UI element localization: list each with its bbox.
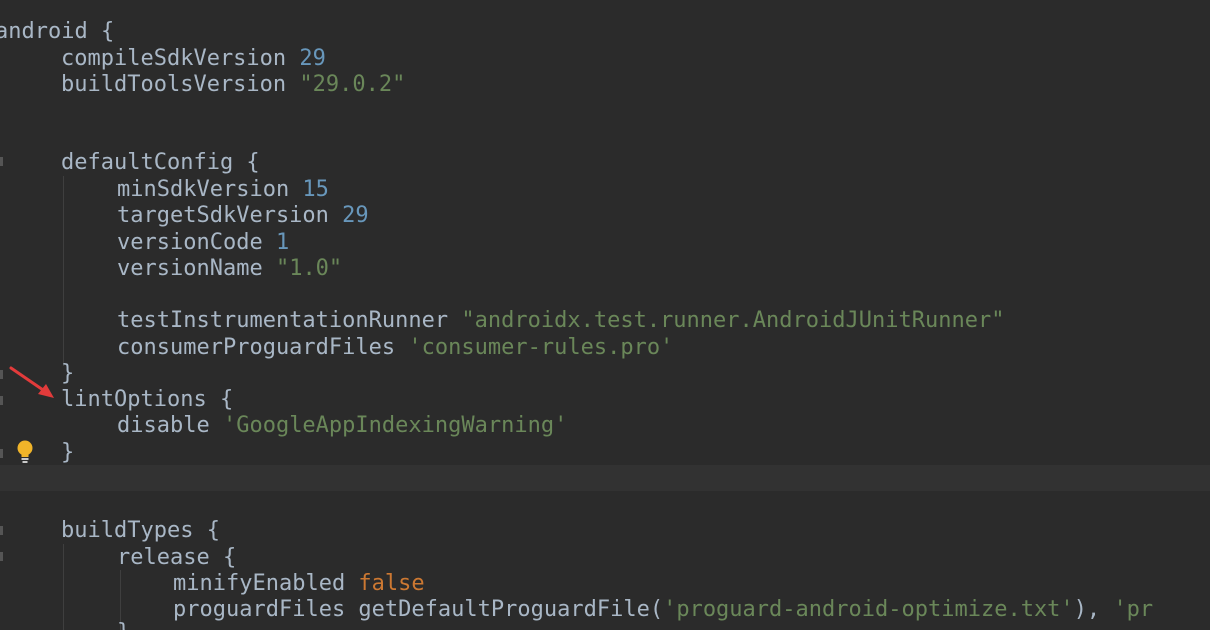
code-text: android { [0, 19, 115, 44]
method-call-token: proguardFiles getDefaultProguardFile( [173, 597, 664, 622]
property-token: disable [117, 413, 210, 438]
code-line[interactable]: disable 'GoogleAppIndexingWarning' [0, 413, 567, 439]
code-line[interactable]: targetSdkVersion 29 [0, 203, 369, 229]
code-text: defaultConfig { [61, 150, 260, 175]
property-token: minSdkVersion [117, 177, 290, 202]
code-line[interactable]: versionName "1.0" [0, 256, 342, 282]
property-token: targetSdkVersion [117, 203, 329, 228]
code-line[interactable]: buildToolsVersion "29.0.2" [0, 72, 405, 98]
code-line[interactable]: defaultConfig { [0, 150, 260, 176]
code-text: lintOptions { [61, 387, 234, 412]
number-literal: 29 [328, 203, 369, 228]
string-literal: "1.0" [262, 256, 343, 281]
code-text: buildTypes { [61, 518, 220, 543]
string-literal: 'GoogleAppIndexingWarning' [209, 413, 568, 438]
string-literal: "androidx.test.runner.AndroidJUnitRunner… [448, 308, 1005, 333]
punctuation-token: ), [1073, 597, 1114, 622]
property-token: consumerProguardFiles [117, 335, 396, 360]
property-token: versionName [117, 256, 263, 281]
annotation-arrow-icon [9, 366, 54, 398]
intention-lightbulb-icon[interactable] [15, 440, 35, 464]
number-literal: 15 [289, 177, 329, 202]
code-line[interactable]: minifyEnabled false [0, 571, 425, 597]
indent-guide [63, 176, 64, 366]
code-text: proguardFiles getDefaultProguardFile('pr… [173, 597, 1153, 623]
code-text: compileSdkVersion 29 [61, 46, 326, 72]
keyword-literal: false [345, 571, 425, 596]
number-literal: 29 [286, 46, 326, 71]
code-text: targetSdkVersion 29 [117, 203, 369, 229]
code-text: versionName "1.0" [117, 256, 342, 282]
code-text: buildToolsVersion "29.0.2" [61, 72, 405, 98]
code-text: release { [117, 545, 237, 570]
code-text: minifyEnabled false [173, 571, 425, 597]
code-line[interactable]: consumerProguardFiles 'consumer-rules.pr… [0, 335, 673, 361]
caret-line-highlight [0, 465, 1210, 491]
code-text: consumerProguardFiles 'consumer-rules.pr… [117, 335, 673, 361]
code-text: minSdkVersion 15 [117, 177, 329, 203]
number-literal: 1 [262, 230, 290, 255]
code-line[interactable]: testInstrumentationRunner "androidx.test… [0, 308, 1004, 334]
property-token: testInstrumentationRunner [117, 308, 449, 333]
code-line[interactable]: compileSdkVersion 29 [0, 46, 326, 72]
string-literal: 'proguard-android-optimize.txt' [663, 597, 1074, 622]
code-editor[interactable]: android { compileSdkVersion 29 buildTool… [0, 0, 1210, 630]
string-literal: 'consumer-rules.pro' [395, 335, 674, 360]
property-token: compileSdkVersion [61, 46, 287, 71]
code-line[interactable]: android { [0, 19, 114, 45]
indent-guide [63, 544, 64, 630]
code-line[interactable]: } [0, 620, 130, 630]
string-literal: "29.0.2" [286, 72, 406, 97]
code-text: } [61, 361, 75, 386]
code-text: disable 'GoogleAppIndexingWarning' [117, 413, 567, 439]
property-token: minifyEnabled [173, 571, 346, 596]
code-line[interactable]: release { [0, 545, 236, 571]
code-line[interactable]: minSdkVersion 15 [0, 177, 329, 203]
code-text: testInstrumentationRunner "androidx.test… [117, 308, 1004, 334]
code-text: versionCode 1 [117, 230, 289, 256]
property-token: versionCode [117, 230, 263, 255]
code-text: } [117, 620, 130, 630]
property-token: buildToolsVersion [61, 72, 287, 97]
code-line[interactable]: versionCode 1 [0, 230, 289, 256]
code-text: } [61, 440, 75, 465]
string-literal: 'pr [1113, 597, 1154, 622]
code-line[interactable]: buildTypes { [0, 518, 220, 544]
